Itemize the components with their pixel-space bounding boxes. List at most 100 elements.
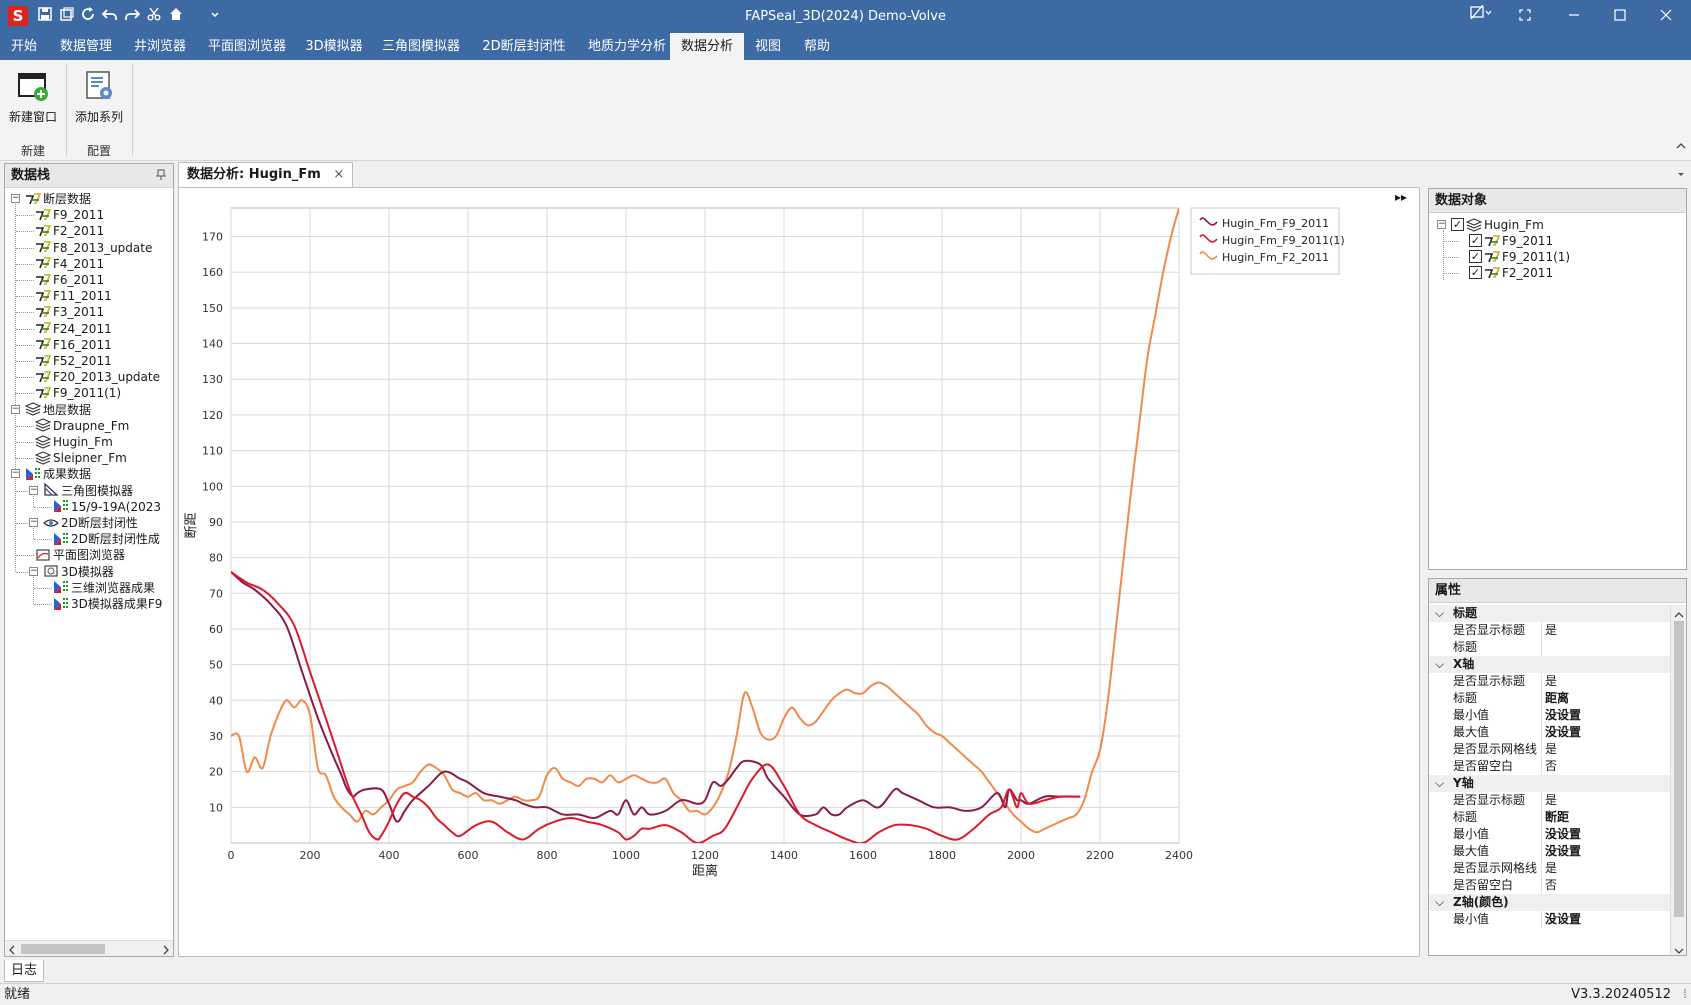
tree-node-horizon[interactable]: Hugin_Fm: [34, 434, 113, 450]
property-row[interactable]: 最大值 没设置: [1429, 724, 1671, 741]
collapse-toggle-icon[interactable]: −: [11, 469, 20, 479]
property-row[interactable]: 是否显示网格线是: [1429, 860, 1671, 877]
property-row[interactable]: 是否显示标题 是: [1429, 792, 1671, 809]
tree-node-result-group[interactable]: 3D模拟器: [43, 564, 114, 580]
menu-3d-simulator[interactable]: 3D模拟器: [300, 33, 368, 60]
property-value[interactable]: 是: [1545, 860, 1557, 877]
menu-triangle-simulator[interactable]: 三角图模拟器: [374, 33, 468, 60]
property-row[interactable]: 标题 距离: [1429, 690, 1671, 707]
resize-grip-icon[interactable]: ⁞: [1683, 984, 1687, 1005]
property-value[interactable]: 没设置: [1545, 843, 1581, 860]
maximize-icon[interactable]: [1597, 0, 1643, 33]
tree-node-fault[interactable]: F16_2011: [35, 337, 112, 353]
tab-close-icon[interactable]: ×: [333, 167, 344, 182]
menu-well-browser[interactable]: 井浏览器: [126, 33, 194, 60]
tree-node-result-item[interactable]: 2D断层封闭性成: [53, 531, 160, 547]
data-object-item[interactable]: ✓ F9_2011(1): [1469, 249, 1570, 265]
tab-log[interactable]: 日志: [4, 960, 44, 982]
collapse-toggle-icon[interactable]: −: [29, 518, 38, 527]
data-object-item[interactable]: ✓ F9_2011: [1469, 233, 1553, 249]
property-row[interactable]: 标题 断距: [1429, 809, 1671, 826]
scroll-down-icon[interactable]: [1674, 944, 1684, 954]
property-row[interactable]: 最大值 没设置: [1429, 843, 1671, 860]
tree-node-fault[interactable]: F3_2011: [35, 304, 104, 320]
tree-node-result-item[interactable]: 三维浏览器成果: [53, 580, 155, 596]
chevron-down-icon[interactable]: ⌵: [1435, 775, 1444, 792]
property-row[interactable]: 是否留空白 否: [1429, 758, 1671, 775]
tree-node-horizon-data[interactable]: 地层数据: [24, 402, 91, 418]
collapse-toggle-icon[interactable]: −: [11, 404, 20, 414]
tree-node-result-item[interactable]: 3D模拟器成果F9: [53, 596, 162, 612]
property-category[interactable]: ⌵ 标题: [1429, 605, 1671, 622]
property-value[interactable]: 没设置: [1545, 724, 1581, 741]
property-row[interactable]: 最小值 没设置: [1429, 911, 1671, 928]
pin-icon[interactable]: [155, 169, 167, 181]
checkbox-checked-icon[interactable]: ✓: [1469, 234, 1482, 247]
property-row[interactable]: 是否显示标题 是: [1429, 622, 1671, 639]
tree-node-fault[interactable]: F20_2013_update: [35, 369, 160, 385]
property-value[interactable]: 否: [1545, 877, 1557, 894]
collapse-toggle-icon[interactable]: −: [29, 485, 38, 495]
collapse-ribbon-icon[interactable]: [1675, 140, 1687, 152]
tree-node-fault[interactable]: F9_2011: [35, 207, 104, 223]
data-object-item[interactable]: ✓ F2_2011: [1469, 265, 1553, 281]
tree-node-fault[interactable]: F24_2011: [35, 321, 112, 337]
collapse-toggle-icon[interactable]: −: [1437, 220, 1446, 229]
collapse-toggle-icon[interactable]: −: [29, 566, 38, 576]
data-object-root[interactable]: ✓ Hugin_Fm: [1451, 217, 1544, 233]
horizontal-scrollbar[interactable]: [5, 940, 173, 956]
property-value[interactable]: 没设置: [1545, 707, 1581, 724]
property-value[interactable]: 距离: [1545, 690, 1569, 707]
property-category[interactable]: ⌵ Y轴: [1429, 775, 1671, 792]
checkbox-checked-icon[interactable]: ✓: [1469, 266, 1482, 279]
tree-node-results-data[interactable]: 成果数据: [25, 466, 91, 482]
property-row[interactable]: 是否留空白 否: [1429, 877, 1671, 894]
property-category[interactable]: ⌵ X轴: [1429, 656, 1671, 673]
property-row[interactable]: 最小值 没设置: [1429, 707, 1671, 724]
property-value[interactable]: 没设置: [1545, 826, 1581, 843]
scroll-up-icon[interactable]: [1674, 608, 1684, 618]
tree-node-fault[interactable]: F6_2011: [35, 272, 104, 288]
tree-node-result-item[interactable]: 15/9-19A(2023: [53, 499, 161, 515]
tab-data-analysis[interactable]: 数据分析: Hugin_Fm ×: [178, 162, 354, 187]
scroll-right-icon[interactable]: [162, 944, 170, 955]
fullscreen-icon[interactable]: [1502, 0, 1548, 33]
tree-node-fault[interactable]: F52_2011: [35, 353, 112, 369]
tree-node-horizon[interactable]: Sleipner_Fm: [34, 450, 127, 466]
property-value[interactable]: 否: [1545, 758, 1557, 775]
chevron-down-icon[interactable]: ⌵: [1435, 605, 1444, 622]
tab-list-dropdown-icon[interactable]: [1676, 168, 1686, 178]
menu-data-analysis[interactable]: 数据分析: [670, 33, 744, 60]
tree-node-result-group[interactable]: 三角图模拟器: [43, 482, 133, 499]
scroll-thumb[interactable]: [1674, 621, 1684, 917]
property-value[interactable]: 是: [1545, 741, 1557, 758]
property-row[interactable]: 标题: [1429, 639, 1671, 656]
menu-help[interactable]: 帮助: [796, 33, 838, 60]
menu-map-browser[interactable]: 平面图浏览器: [200, 33, 294, 60]
tree-node-fault[interactable]: F4_2011: [35, 256, 104, 272]
menu-start[interactable]: 开始: [4, 33, 44, 60]
property-value[interactable]: 是: [1545, 673, 1557, 690]
display-settings-icon[interactable]: [1463, 0, 1499, 33]
checkbox-checked-icon[interactable]: ✓: [1469, 250, 1482, 263]
property-value[interactable]: 没设置: [1545, 911, 1581, 928]
tree-node-fault-data[interactable]: 断层数据: [25, 191, 91, 207]
collapse-toggle-icon[interactable]: −: [11, 194, 20, 203]
vertical-scrollbar[interactable]: [1670, 605, 1686, 955]
chevron-down-icon[interactable]: ⌵: [1435, 656, 1444, 673]
property-row[interactable]: 是否显示网格线是: [1429, 741, 1671, 758]
property-row[interactable]: 最小值 没设置: [1429, 826, 1671, 843]
checkbox-checked-icon[interactable]: ✓: [1451, 218, 1464, 231]
add-series-button[interactable]: 添加系列: [70, 66, 128, 136]
property-row[interactable]: 是否显示标题 是: [1429, 673, 1671, 690]
tree-node-fault[interactable]: F11_2011: [35, 288, 112, 304]
property-value[interactable]: 断距: [1545, 809, 1569, 826]
property-value[interactable]: 是: [1545, 622, 1557, 639]
minimize-icon[interactable]: [1551, 0, 1597, 33]
property-category[interactable]: ⌵ Z轴(颜色): [1429, 894, 1671, 911]
tree-node-result-group[interactable]: 2D断层封闭性: [43, 515, 138, 531]
tree-node-fault[interactable]: F9_2011(1): [35, 385, 121, 401]
chevron-down-icon[interactable]: ⌵: [1435, 894, 1444, 911]
new-window-button[interactable]: 新建窗口: [4, 66, 62, 136]
scroll-left-icon[interactable]: [8, 944, 16, 955]
